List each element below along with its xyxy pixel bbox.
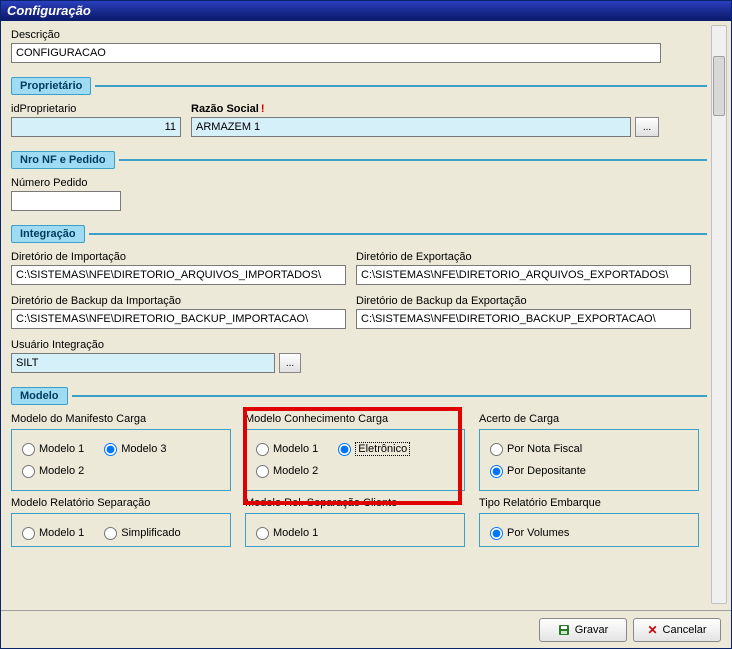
descricao-label: Descrição bbox=[11, 29, 707, 41]
cancel-icon: ✕ bbox=[647, 623, 657, 637]
dir-export-label: Diretório de Exportação bbox=[356, 251, 691, 263]
group-conhecimento: Modelo Conhecimento Carga Modelo 1 Eletr… bbox=[245, 413, 465, 491]
manifesto-title: Modelo do Manifesto Carga bbox=[11, 413, 231, 425]
acerto-title: Acerto de Carga bbox=[479, 413, 699, 425]
section-nronf: Nro NF e Pedido Número Pedido bbox=[11, 151, 707, 211]
dir-bkexport-label: Diretório de Backup da Exportação bbox=[356, 295, 691, 307]
radio-relsep-1[interactable]: Modelo 1 bbox=[22, 527, 84, 540]
numero-pedido-label: Número Pedido bbox=[11, 177, 121, 189]
window-title: Configuração bbox=[7, 3, 91, 18]
rel-sep-box: Modelo 1 Simplificado bbox=[11, 513, 231, 547]
rel-sep-cli-box: Modelo 1 bbox=[245, 513, 465, 547]
vertical-scrollbar[interactable] bbox=[711, 25, 727, 604]
required-icon: ! bbox=[261, 103, 265, 115]
section-header-modelo: Modelo bbox=[11, 387, 707, 405]
save-icon bbox=[558, 624, 570, 636]
section-line bbox=[95, 85, 707, 87]
rel-sep-cli-title: Modelo Rel. Separação Cliente bbox=[245, 497, 465, 509]
section-header-nronf: Nro NF e Pedido bbox=[11, 151, 707, 169]
models-row-1: Modelo do Manifesto Carga Modelo 1 Model… bbox=[11, 413, 707, 491]
conhecimento-box: Modelo 1 Eletrônico Modelo 2 bbox=[245, 429, 465, 491]
section-header-integracao: Integração bbox=[11, 225, 707, 243]
cancelar-button[interactable]: ✕ Cancelar bbox=[633, 618, 721, 642]
section-header-proprietario: Proprietário bbox=[11, 77, 707, 95]
radio-conhec-eletronico[interactable]: Eletrônico bbox=[338, 442, 410, 456]
section-tag-proprietario: Proprietário bbox=[11, 77, 91, 95]
section-line bbox=[72, 395, 708, 397]
models-row-2: Modelo Relatório Separação Modelo 1 Simp… bbox=[11, 497, 707, 547]
radio-acerto-nf[interactable]: Por Nota Fiscal bbox=[490, 443, 582, 456]
radio-acerto-dep[interactable]: Por Depositante bbox=[490, 465, 586, 478]
section-integracao: Integração Diretório de Importação Diret… bbox=[11, 225, 707, 373]
dir-import-input[interactable] bbox=[11, 265, 346, 285]
group-rel-sep-cli: Modelo Rel. Separação Cliente Modelo 1 bbox=[245, 497, 465, 547]
radio-conhec-2[interactable]: Modelo 2 bbox=[256, 465, 318, 478]
dir-bkexport-input[interactable] bbox=[356, 309, 691, 329]
content-area: Descrição Proprietário idProprietario bbox=[1, 21, 731, 608]
descricao-input[interactable] bbox=[11, 43, 661, 63]
footer-bar: Gravar ✕ Cancelar bbox=[1, 610, 731, 648]
window-titlebar: Configuração bbox=[1, 1, 731, 21]
descricao-block: Descrição bbox=[11, 29, 707, 63]
scrollbar-thumb[interactable] bbox=[713, 56, 725, 116]
radio-relsepcli-1[interactable]: Modelo 1 bbox=[256, 527, 318, 540]
dir-export-input[interactable] bbox=[356, 265, 691, 285]
rel-sep-title: Modelo Relatório Separação bbox=[11, 497, 231, 509]
section-proprietario: Proprietário idProprietario Razão Social… bbox=[11, 77, 707, 137]
group-rel-sep: Modelo Relatório Separação Modelo 1 Simp… bbox=[11, 497, 231, 547]
dir-bkimport-input[interactable] bbox=[11, 309, 346, 329]
gravar-button[interactable]: Gravar bbox=[539, 618, 627, 642]
razao-input[interactable] bbox=[191, 117, 631, 137]
razao-label: Razão Social! bbox=[191, 103, 707, 115]
manifesto-box: Modelo 1 Modelo 3 Modelo 2 bbox=[11, 429, 231, 491]
section-modelo: Modelo Modelo do Manifesto Carga Modelo … bbox=[11, 387, 707, 547]
config-window: Configuração Descrição Proprietário idPr… bbox=[0, 0, 732, 649]
section-tag-integracao: Integração bbox=[11, 225, 85, 243]
conhecimento-title: Modelo Conhecimento Carga bbox=[245, 413, 465, 425]
group-acerto: Acerto de Carga Por Nota Fiscal Por Depo… bbox=[479, 413, 699, 491]
idproprietario-input[interactable] bbox=[11, 117, 181, 137]
usuario-lookup-button[interactable]: ... bbox=[279, 353, 301, 373]
idproprietario-label: idProprietario bbox=[11, 103, 181, 115]
radio-manifesto-3[interactable]: Modelo 3 bbox=[104, 443, 166, 456]
group-manifesto: Modelo do Manifesto Carga Modelo 1 Model… bbox=[11, 413, 231, 491]
razao-lookup-button[interactable]: ... bbox=[635, 117, 659, 137]
numero-pedido-input[interactable] bbox=[11, 191, 121, 211]
section-tag-nronf: Nro NF e Pedido bbox=[11, 151, 115, 169]
dir-import-label: Diretório de Importação bbox=[11, 251, 346, 263]
usuario-integracao-input[interactable] bbox=[11, 353, 275, 373]
radio-tipoemb-vol[interactable]: Por Volumes bbox=[490, 527, 569, 540]
group-tipo-emb: Tipo Relatório Embarque Por Volumes bbox=[479, 497, 699, 547]
tipo-emb-box: Por Volumes bbox=[479, 513, 699, 547]
scroll-area: Descrição Proprietário idProprietario bbox=[1, 21, 731, 608]
section-tag-modelo: Modelo bbox=[11, 387, 68, 405]
radio-relsep-simp[interactable]: Simplificado bbox=[104, 527, 180, 540]
tipo-emb-title: Tipo Relatório Embarque bbox=[479, 497, 699, 509]
section-line bbox=[89, 233, 707, 235]
usuario-integracao-label: Usuário Integração bbox=[11, 339, 301, 351]
radio-manifesto-2[interactable]: Modelo 2 bbox=[22, 465, 84, 478]
section-line bbox=[119, 159, 707, 161]
radio-manifesto-1[interactable]: Modelo 1 bbox=[22, 443, 84, 456]
acerto-box: Por Nota Fiscal Por Depositante bbox=[479, 429, 699, 491]
radio-conhec-1[interactable]: Modelo 1 bbox=[256, 443, 318, 456]
dir-bkimport-label: Diretório de Backup da Importação bbox=[11, 295, 346, 307]
